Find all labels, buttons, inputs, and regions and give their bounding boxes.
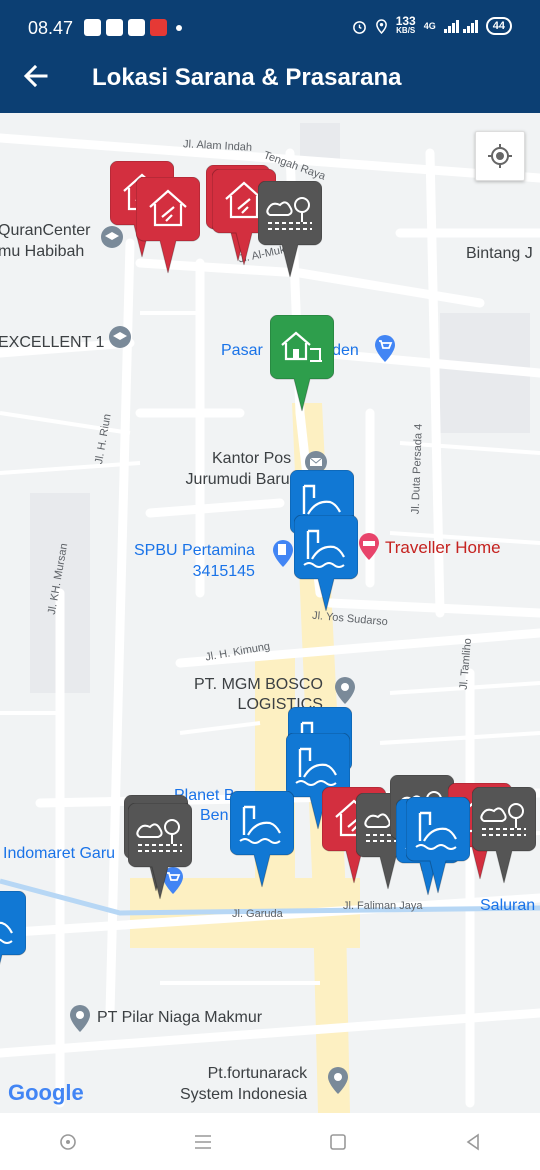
status-time: 08.47 bbox=[28, 18, 74, 38]
park-facility-marker[interactable] bbox=[471, 786, 537, 887]
map-pin-icon bbox=[328, 1067, 348, 1094]
app-icon bbox=[106, 19, 123, 36]
poi-label: mu Habibah bbox=[0, 243, 85, 260]
system-back-button[interactable] bbox=[453, 1122, 493, 1162]
poi-qurancenter[interactable]: QuranCenter mu Habibah bbox=[0, 220, 91, 262]
hotel-icon bbox=[359, 533, 379, 560]
location-icon bbox=[375, 18, 387, 34]
poi-label: PT. MGM BOSCO bbox=[194, 676, 323, 693]
poi-traveller[interactable]: Traveller Home bbox=[385, 538, 501, 558]
message-icon bbox=[84, 19, 101, 36]
water-facility-marker[interactable] bbox=[229, 790, 295, 891]
network-speed: 133 KB/S bbox=[395, 14, 416, 35]
home-button[interactable] bbox=[318, 1122, 358, 1162]
poi-kantor-pos[interactable]: Kantor Pos Jurumudi Baru bbox=[184, 448, 292, 490]
home-circle-icon bbox=[59, 1133, 76, 1150]
poi-spbu[interactable]: SPBU Pertamina 3415145 bbox=[134, 540, 255, 582]
menu-icon bbox=[194, 1134, 211, 1149]
status-right: 133 KB/S 4G 44 bbox=[352, 14, 512, 35]
poi-label: SPBU Pertamina bbox=[134, 542, 255, 559]
back-triangle-icon bbox=[466, 1132, 479, 1151]
poi-label: 3415145 bbox=[192, 563, 255, 580]
road-label: Jl. Garuda bbox=[232, 908, 283, 920]
system-nav-bar bbox=[0, 1113, 540, 1170]
map-pin-icon bbox=[70, 1005, 90, 1032]
my-location-button[interactable] bbox=[475, 131, 525, 181]
poi-bintang[interactable]: Bintang J bbox=[466, 245, 533, 263]
water-facility-marker[interactable] bbox=[293, 514, 359, 615]
google-logo: Google bbox=[8, 1080, 84, 1105]
market-facility-marker[interactable] bbox=[269, 314, 335, 415]
news-icon bbox=[150, 19, 167, 36]
gallery-icon bbox=[128, 19, 145, 36]
signal-icon bbox=[443, 20, 478, 33]
app-bar: Lokasi Sarana & Prasarana bbox=[0, 40, 540, 113]
speed-value: 133 bbox=[395, 14, 416, 28]
alarm-icon bbox=[352, 20, 366, 34]
battery-indicator: 44 bbox=[485, 17, 512, 35]
crosshair-icon bbox=[488, 144, 512, 168]
poi-excellent[interactable]: EXCELLENT 1 bbox=[0, 334, 104, 352]
house-facility-marker[interactable] bbox=[135, 176, 201, 277]
recent-apps-button[interactable] bbox=[183, 1122, 223, 1162]
school-pin-icon bbox=[109, 326, 131, 348]
poi-indomaret[interactable]: Indomaret Garu bbox=[3, 845, 115, 863]
arrow-left-icon bbox=[23, 64, 48, 88]
poi-label: Pt.fortunarack bbox=[207, 1065, 308, 1082]
park-facility-marker[interactable] bbox=[127, 802, 193, 903]
notification-icons bbox=[84, 19, 182, 36]
assistant-button[interactable] bbox=[48, 1122, 88, 1162]
network-type: 4G bbox=[423, 21, 436, 31]
page-title: Lokasi Sarana & Prasarana bbox=[92, 64, 402, 91]
poi-label: QuranCenter bbox=[0, 222, 91, 239]
poi-label: System Indonesia bbox=[180, 1086, 308, 1103]
map-pin-icon bbox=[335, 677, 355, 704]
poi-saluran[interactable]: Saluran I bbox=[480, 897, 540, 915]
poi-label: Kantor Pos bbox=[212, 450, 292, 467]
road-label: Jl. Faliman Jaya bbox=[343, 900, 423, 912]
poi-fortunarack[interactable]: Pt.fortunarack System Indonesia bbox=[180, 1063, 307, 1105]
poi-label: Pasar bbox=[221, 342, 263, 359]
poi-pilar[interactable]: PT Pilar Niaga Makmur bbox=[97, 1009, 262, 1027]
water-facility-marker[interactable] bbox=[0, 890, 27, 991]
park-facility-marker[interactable] bbox=[257, 180, 323, 281]
shopping-cart-icon bbox=[375, 335, 395, 362]
back-button[interactable] bbox=[20, 60, 52, 92]
poi-label: Jurumudi Baru bbox=[185, 471, 290, 488]
more-dot-icon bbox=[176, 24, 182, 31]
square-icon bbox=[329, 1133, 346, 1150]
map-view[interactable]: Jl. Alam Indah Tengah Raya Jl. Al-Mukh J… bbox=[0, 113, 540, 1113]
water-facility-marker[interactable] bbox=[405, 796, 471, 897]
speed-unit: KB/S bbox=[396, 26, 416, 35]
